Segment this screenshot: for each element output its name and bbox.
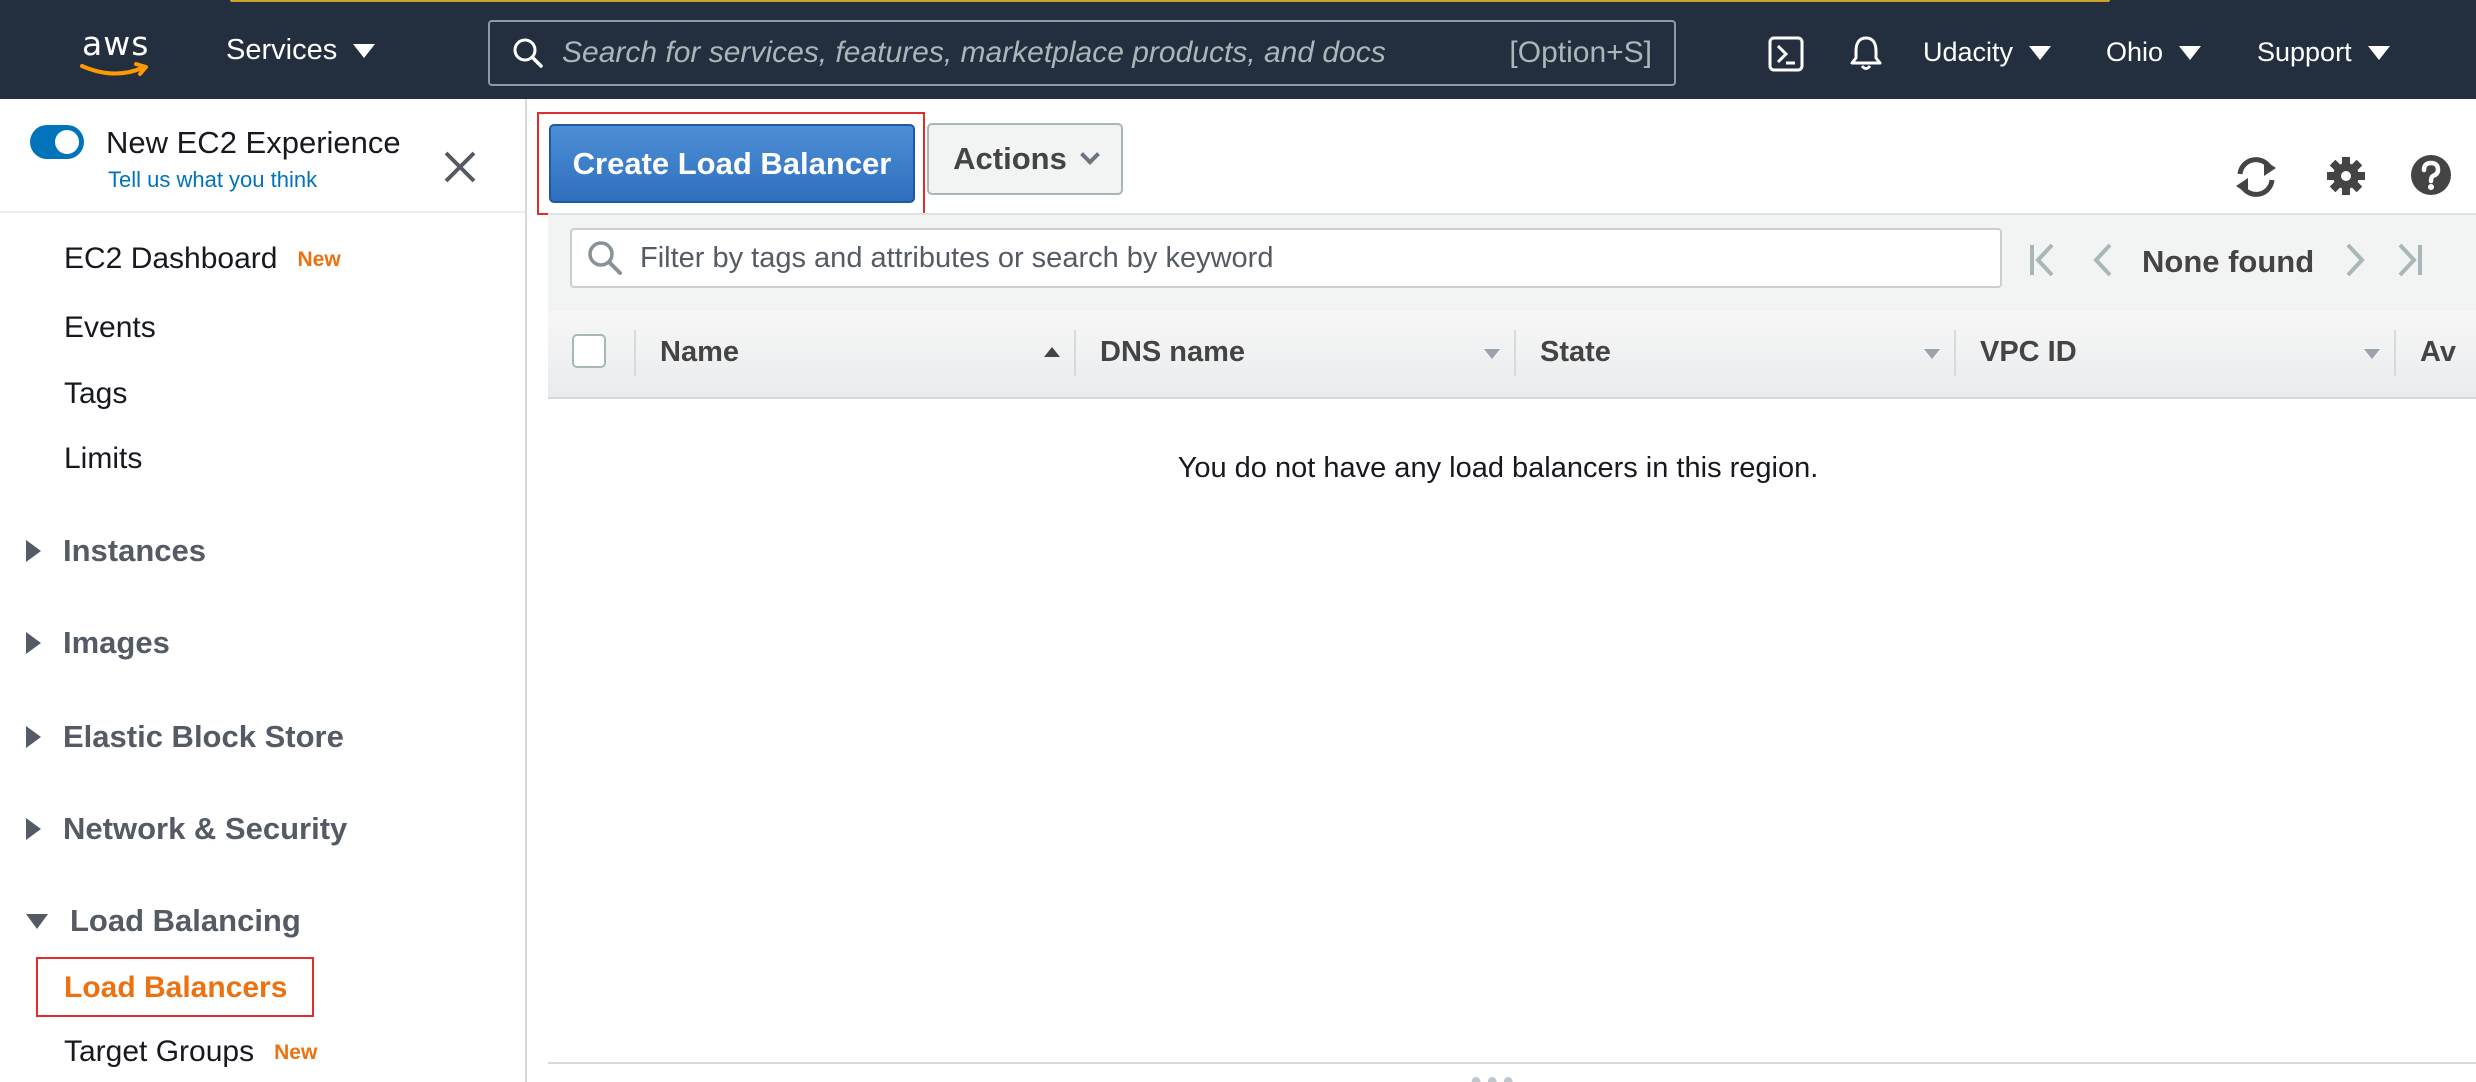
empty-table-message: You do not have any load balancers in th… bbox=[1177, 452, 1819, 484]
sidebar-item-label: EC2 Dashboard bbox=[64, 242, 278, 275]
split-pane-divider[interactable] bbox=[548, 1062, 2476, 1064]
sidebar-item-label: Load Balancers bbox=[64, 971, 288, 1004]
search-placeholder: Search for services, features, marketpla… bbox=[562, 36, 1386, 69]
pager-status: None found bbox=[2142, 244, 2315, 279]
cloudshell-icon[interactable] bbox=[1768, 36, 1804, 72]
column-header-vpc-id[interactable]: VPC ID bbox=[1980, 336, 2077, 369]
sidebar-item-label: Tags bbox=[64, 377, 128, 410]
actions-label: Actions bbox=[953, 141, 1067, 176]
account-label: Udacity bbox=[1923, 37, 2014, 67]
sidebar-item-label: Limits bbox=[64, 442, 143, 475]
sort-icon[interactable] bbox=[1484, 349, 1500, 359]
new-badge: New bbox=[274, 1041, 318, 1065]
sidebar-item-events[interactable]: Events bbox=[64, 311, 156, 345]
top-navigation-bar: aws Services Search for services, featur… bbox=[0, 0, 2476, 99]
column-header-dns-name[interactable]: DNS name bbox=[1100, 336, 1245, 369]
expand-arrow-icon bbox=[26, 726, 41, 748]
section-label: Elastic Block Store bbox=[63, 719, 344, 754]
search-shortcut: [Option+S] bbox=[1509, 36, 1652, 69]
aws-logo-text: aws bbox=[82, 24, 150, 63]
bell-icon[interactable] bbox=[1848, 34, 1884, 72]
sidebar-divider bbox=[0, 211, 525, 213]
sidebar-section-network-security[interactable]: Network & Security bbox=[26, 811, 347, 847]
services-label: Services bbox=[226, 34, 338, 66]
global-search-input[interactable]: Search for services, features, marketpla… bbox=[488, 20, 1676, 86]
filter-input[interactable]: Filter by tags and attributes or search … bbox=[570, 228, 2002, 288]
search-icon bbox=[513, 38, 543, 68]
column-header-name[interactable]: Name bbox=[660, 336, 739, 369]
new-experience-label: New EC2 Experience bbox=[106, 125, 401, 160]
services-menu[interactable]: Services bbox=[226, 34, 376, 67]
first-page-icon[interactable] bbox=[2028, 242, 2058, 278]
sidebar-section-instances[interactable]: Instances bbox=[26, 533, 206, 569]
sidebar-item-load-balancers[interactable]: Load Balancers bbox=[36, 957, 314, 1017]
previous-page-icon[interactable] bbox=[2090, 242, 2114, 278]
ec2-sidebar: New EC2 Experience Tell us what you thin… bbox=[0, 99, 527, 1082]
aws-smile-icon bbox=[80, 62, 148, 76]
section-label: Images bbox=[63, 625, 170, 660]
section-label: Network & Security bbox=[63, 811, 348, 846]
sidebar-item-limits[interactable]: Limits bbox=[64, 442, 142, 476]
sort-icon[interactable] bbox=[2364, 349, 2380, 359]
sidebar-item-tags[interactable]: Tags bbox=[64, 377, 127, 411]
column-header-availability-zones[interactable]: Av bbox=[2420, 336, 2456, 369]
column-separator bbox=[2394, 330, 2396, 376]
sidebar-item-label: Events bbox=[64, 311, 156, 344]
column-header-state[interactable]: State bbox=[1540, 336, 1611, 369]
sidebar-item-ec2-dashboard[interactable]: EC2 Dashboard New bbox=[64, 242, 341, 276]
expand-arrow-icon bbox=[26, 632, 41, 654]
feedback-link[interactable]: Tell us what you think bbox=[108, 167, 317, 193]
support-label: Support bbox=[2257, 37, 2352, 67]
sidebar-item-label: Target Groups bbox=[64, 1035, 255, 1068]
new-badge: New bbox=[297, 248, 341, 272]
create-load-balancer-button[interactable]: Create Load Balancer bbox=[549, 124, 915, 203]
section-label: Load Balancing bbox=[70, 903, 301, 938]
new-experience-toggle[interactable] bbox=[30, 125, 84, 159]
sort-ascending-icon[interactable] bbox=[1044, 347, 1060, 357]
toggle-knob bbox=[55, 130, 79, 154]
sidebar-section-load-balancing[interactable]: Load Balancing bbox=[26, 903, 301, 939]
caret-down-icon bbox=[353, 43, 376, 58]
support-menu[interactable]: Support bbox=[2257, 37, 2390, 68]
account-menu[interactable]: Udacity bbox=[1923, 37, 2052, 68]
last-page-icon[interactable] bbox=[2394, 242, 2424, 278]
caret-down-icon bbox=[2367, 45, 2390, 60]
select-all-checkbox[interactable] bbox=[572, 334, 606, 368]
expand-arrow-icon bbox=[26, 818, 41, 840]
table-header bbox=[548, 311, 2476, 399]
section-label: Instances bbox=[63, 533, 207, 568]
gear-icon[interactable] bbox=[2326, 156, 2366, 196]
expand-arrow-icon bbox=[26, 540, 41, 562]
collapse-arrow-icon bbox=[26, 913, 48, 929]
search-icon bbox=[588, 241, 622, 275]
column-separator bbox=[1954, 330, 1956, 376]
column-separator bbox=[1074, 330, 1076, 376]
aws-logo[interactable]: aws bbox=[76, 22, 156, 82]
sort-icon[interactable] bbox=[1924, 349, 1940, 359]
sidebar-section-images[interactable]: Images bbox=[26, 625, 170, 661]
help-icon[interactable] bbox=[2410, 154, 2452, 196]
caret-down-icon bbox=[2179, 45, 2202, 60]
refresh-icon[interactable] bbox=[2232, 156, 2280, 198]
actions-dropdown-button[interactable]: Actions bbox=[927, 123, 1123, 195]
column-separator bbox=[634, 330, 636, 376]
close-icon[interactable] bbox=[440, 147, 480, 187]
filter-placeholder: Filter by tags and attributes or search … bbox=[640, 241, 1274, 274]
accent-line bbox=[230, 0, 2110, 2]
column-separator bbox=[1514, 330, 1516, 376]
chevron-down-icon bbox=[1079, 145, 1100, 165]
caret-down-icon bbox=[2029, 45, 2052, 60]
resize-handle-icon[interactable]: ●●● bbox=[1470, 1070, 1518, 1082]
sidebar-item-target-groups[interactable]: Target Groups New bbox=[64, 1035, 317, 1069]
region-label: Ohio bbox=[2106, 37, 2164, 67]
sidebar-section-elastic-block-store[interactable]: Elastic Block Store bbox=[26, 719, 344, 755]
next-page-icon[interactable] bbox=[2344, 242, 2368, 278]
create-button-highlight: Create Load Balancer bbox=[537, 112, 925, 215]
region-menu[interactable]: Ohio bbox=[2106, 37, 2202, 68]
